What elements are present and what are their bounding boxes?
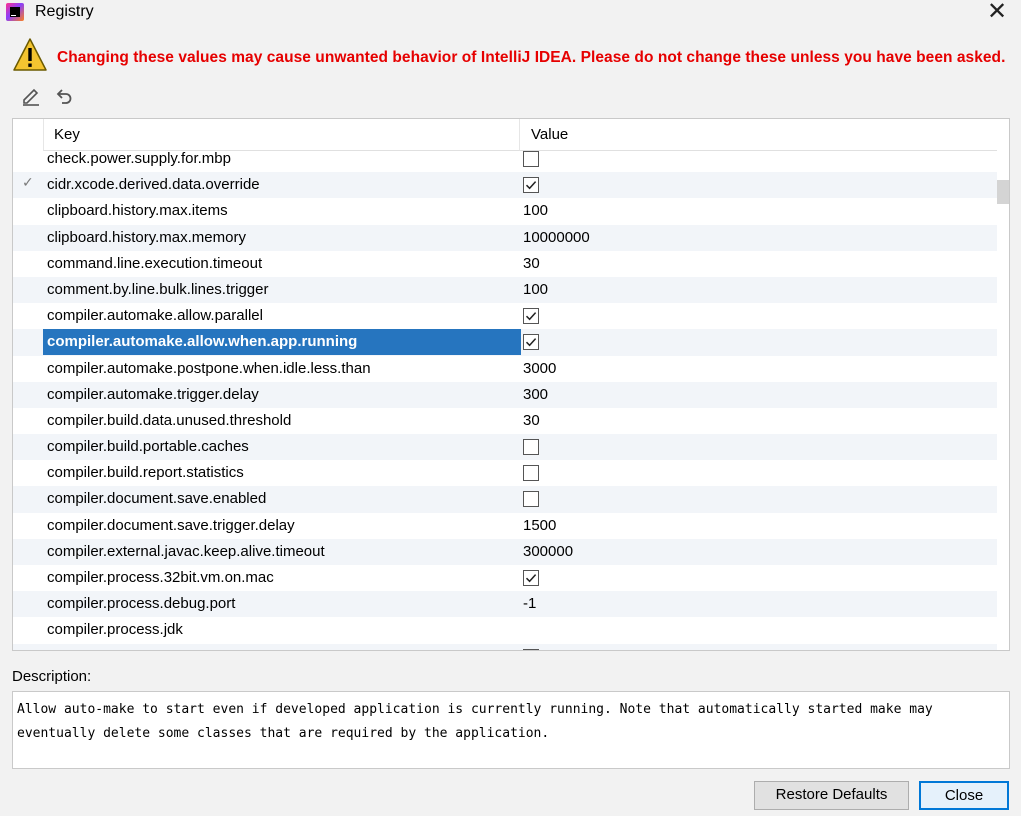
column-header-value[interactable]: Value (519, 119, 997, 151)
table-row[interactable]: compiler.automake.allow.when.app.running (13, 329, 997, 356)
table-row[interactable]: compiler.document.save.trigger.delay 1500 (13, 513, 997, 539)
table-row[interactable]: compiler.external.javac.keep.alive.timeo… (13, 538, 997, 565)
registry-rows: check.power.supply.for.mbp ✓ cidr.xcode.de… (13, 146, 997, 650)
modified-check-icon: ✓ (22, 174, 34, 191)
row-key: comment.by.line.bulk.lines.trigger (47, 280, 269, 298)
row-key: command.line.execution.timeout (47, 254, 263, 272)
value-checkbox[interactable] (523, 570, 539, 586)
undo-icon[interactable] (54, 86, 74, 106)
table-row[interactable]: compiler.build.portable.caches (13, 434, 997, 461)
value-checkbox[interactable] (523, 177, 539, 194)
row-key: compiler.document.save.enabled (47, 490, 267, 508)
row-key: compiler.automake.allow.when.app.running (43, 329, 521, 356)
table-row[interactable]: compiler.automake.trigger.delay 300 (13, 381, 997, 408)
table-row[interactable]: compiler.build.data.unused.threshold 30 (13, 408, 997, 434)
value-checkbox[interactable] (523, 439, 539, 456)
scrollbar-thumb[interactable] (997, 180, 1009, 204)
row-key: compiler.process.debug.port (47, 595, 236, 613)
row-key: compiler.automake.trigger.delay (47, 385, 259, 403)
table-row[interactable] (13, 643, 997, 650)
row-key: cidr.xcode.derived.data.override (47, 176, 260, 194)
row-key: compiler.process.32bit.vm.on.mac (47, 569, 274, 586)
row-key: clipboard.history.max.items (47, 202, 228, 220)
row-key: compiler.build.data.unused.threshold (47, 411, 292, 429)
row-key: compiler.build.report.statistics (47, 464, 244, 482)
intellij-app-icon (6, 3, 24, 21)
row-key: compiler.automake.postpone.when.idle.les… (47, 359, 371, 377)
warning-message: Changing these values may cause unwanted… (57, 49, 1006, 66)
value-checkbox[interactable] (523, 465, 539, 482)
description-label: Description: (12, 668, 92, 685)
warning-icon (13, 38, 47, 71)
row-value[interactable]: 3000 (523, 356, 556, 382)
row-value[interactable]: 30 (523, 408, 540, 434)
value-checkbox[interactable] (523, 151, 539, 167)
row-value[interactable]: 30 (523, 251, 540, 277)
close-window-icon[interactable]: ✕ (984, 0, 1010, 24)
row-value[interactable]: 1500 (523, 513, 556, 539)
column-header-key[interactable]: Key (43, 119, 519, 151)
table-row[interactable]: compiler.process.debug.port -1 (13, 591, 997, 618)
row-key: clipboard.history.max.memory (47, 228, 246, 246)
description-text: Allow auto-make to start even if develop… (12, 691, 1010, 769)
table-row[interactable]: command.line.execution.timeout 30 (13, 251, 997, 277)
value-checkbox[interactable] (523, 648, 539, 650)
table-row[interactable]: compiler.process.32bit.vm.on.mac (13, 565, 997, 591)
table-row[interactable]: clipboard.history.max.memory 10000000 (13, 224, 997, 251)
row-value[interactable]: 100 (523, 198, 548, 224)
row-key: compiler.automake.allow.parallel (47, 307, 263, 325)
row-key: compiler.external.javac.keep.alive.timeo… (47, 542, 325, 560)
row-key (43, 644, 521, 650)
vertical-scrollbar[interactable] (997, 119, 1009, 650)
row-value[interactable]: 300000 (523, 539, 573, 565)
table-row[interactable]: ✓ cidr.xcode.derived.data.override (13, 172, 997, 199)
window-title: Registry (35, 3, 94, 20)
table-row[interactable]: compiler.document.save.enabled (13, 486, 997, 513)
row-value[interactable]: -1 (523, 591, 536, 617)
table-row[interactable]: compiler.automake.allow.parallel (13, 303, 997, 329)
row-value[interactable]: 10000000 (523, 225, 590, 251)
row-key: compiler.document.save.trigger.delay (47, 516, 295, 534)
table-row[interactable]: compiler.build.report.statistics (13, 460, 997, 486)
table-row[interactable]: comment.by.line.bulk.lines.trigger 100 (13, 276, 997, 304)
restore-defaults-button[interactable]: Restore Defaults (754, 781, 909, 810)
row-key: compiler.process.jdk (47, 621, 183, 639)
title-bar: Registry ✕ (0, 0, 1021, 26)
close-button[interactable]: Close (919, 781, 1009, 810)
row-key: compiler.build.portable.caches (47, 438, 249, 456)
value-checkbox[interactable] (523, 308, 539, 325)
table-row[interactable]: compiler.process.jdk (13, 617, 997, 643)
registry-table[interactable]: check.power.supply.for.mbp ✓ cidr.xcode.de… (12, 118, 1010, 651)
table-row[interactable]: compiler.automake.postpone.when.idle.les… (13, 356, 997, 382)
row-value[interactable]: 300 (523, 382, 548, 408)
value-checkbox[interactable] (523, 334, 539, 351)
table-row[interactable]: clipboard.history.max.items 100 (13, 198, 997, 224)
row-value[interactable]: 100 (523, 277, 548, 303)
pencil-icon[interactable] (21, 86, 41, 106)
value-checkbox[interactable] (523, 491, 539, 508)
